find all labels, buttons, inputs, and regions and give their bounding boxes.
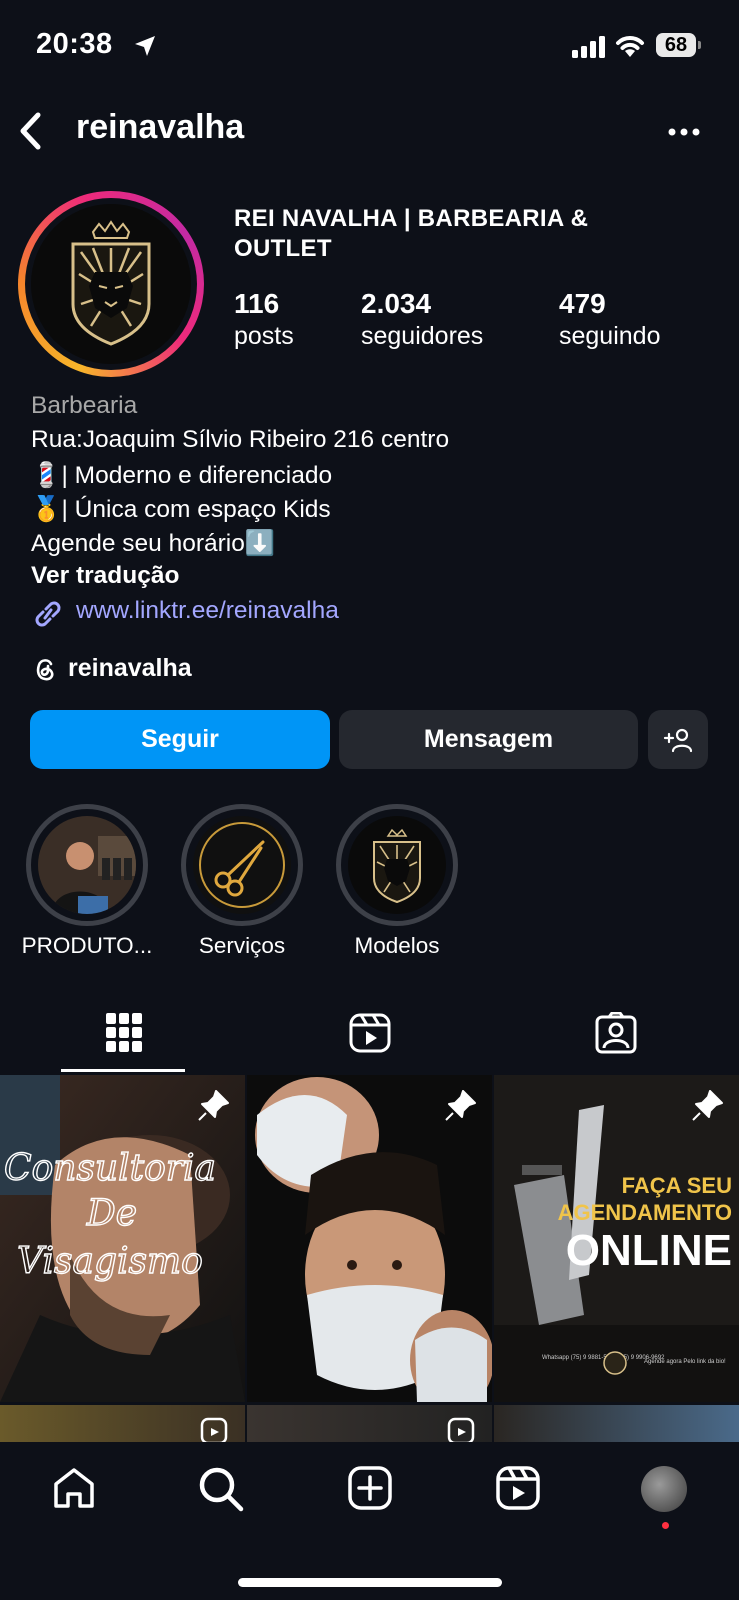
reels-nav-icon[interactable] — [496, 1466, 540, 1510]
message-button[interactable]: Mensagem — [339, 710, 638, 769]
display-name: REI NAVALHA | BARBEARIA & OUTLET — [234, 205, 589, 262]
post-thumbnail[interactable] — [494, 1405, 739, 1445]
profile-category: Barbearia — [31, 392, 138, 419]
cellular-signal-icon — [572, 36, 605, 58]
highlight-label: PRODUTO... — [21, 933, 153, 958]
status-time: 20:38 — [36, 28, 113, 60]
bio-line: 🥇| Única com espaço Kids — [31, 496, 331, 523]
pin-icon — [198, 1090, 229, 1121]
website-link[interactable]: www.linktr.ee/reinavalha — [76, 597, 339, 625]
following-count: 479 — [559, 288, 606, 319]
follow-button[interactable]: Seguir — [30, 710, 330, 769]
post-thumbnail[interactable] — [247, 1075, 492, 1402]
threads-handle[interactable]: reinavalha — [68, 654, 192, 683]
post-image-selfie — [247, 1075, 492, 1402]
threads-icon — [36, 659, 54, 681]
post-image-visagismo: Consultoria De Visagismo — [0, 1075, 245, 1402]
posts-stat[interactable]: 116 posts — [234, 288, 294, 351]
create-post-icon[interactable] — [348, 1466, 392, 1510]
post-thumbnail[interactable]: Consultoria De Visagismo — [0, 1075, 245, 1402]
profile-avatar[interactable] — [18, 191, 204, 377]
lion-shield-logo — [31, 204, 191, 364]
battery-indicator: 68 — [656, 33, 701, 57]
followers-count: 2.034 — [361, 288, 432, 319]
pin-icon — [692, 1090, 723, 1121]
reels-tab-icon[interactable] — [349, 1013, 391, 1053]
reel-icon — [447, 1417, 475, 1445]
see-translation-link[interactable]: Ver tradução — [31, 562, 179, 590]
suggest-users-button[interactable] — [648, 710, 708, 769]
more-options-icon[interactable] — [668, 128, 700, 136]
search-icon[interactable] — [198, 1466, 244, 1512]
profile-nav-avatar[interactable] — [641, 1466, 687, 1512]
lion-shield-logo — [348, 816, 446, 914]
following-label: seguindo — [559, 322, 661, 350]
bio-line: Agende seu horário⬇️ — [31, 530, 276, 557]
posts-label: posts — [234, 322, 294, 350]
post-overlay-text: De — [86, 1193, 137, 1234]
followers-label: seguidores — [361, 322, 484, 350]
post-overlay-text: FAÇA SEU — [622, 1173, 732, 1198]
post-overlay-text: Visagismo — [17, 1241, 203, 1282]
highlight-modelos[interactable] — [336, 804, 458, 926]
highlight-person-photo — [38, 816, 136, 914]
post-small-text: Agende agora Pelo link da bio! — [644, 1359, 726, 1365]
grid-tab-icon[interactable] — [106, 1013, 142, 1053]
location-arrow-icon — [135, 36, 155, 56]
post-thumbnail[interactable] — [0, 1405, 245, 1445]
highlight-produtos[interactable] — [26, 804, 148, 926]
wifi-icon — [616, 36, 644, 57]
post-image-agendamento: FAÇA SEU AGENDAMENTO ONLINE Whatsapp (75… — [494, 1075, 739, 1402]
post-thumbnail[interactable]: FAÇA SEU AGENDAMENTO ONLINE Whatsapp (75… — [494, 1075, 739, 1402]
add-person-icon — [663, 728, 693, 752]
followers-stat[interactable]: 2.034 seguidores — [361, 288, 483, 351]
scissors-icon — [193, 816, 291, 914]
post-overlay-text: ONLINE — [566, 1226, 732, 1275]
reel-icon — [200, 1417, 228, 1445]
bio-line: 💈| Moderno e diferenciado — [31, 462, 333, 489]
post-overlay-text: AGENDAMENTO — [558, 1200, 732, 1225]
highlight-label: Modelos — [354, 933, 440, 958]
post-thumbnail[interactable] — [247, 1405, 492, 1445]
tagged-tab-icon[interactable] — [595, 1012, 637, 1054]
home-indicator — [238, 1578, 502, 1587]
link-icon — [35, 601, 61, 627]
highlight-servicos[interactable] — [181, 804, 303, 926]
post-overlay-text: Consultoria — [4, 1148, 216, 1189]
back-chevron-icon[interactable] — [18, 111, 44, 151]
home-icon[interactable] — [52, 1466, 96, 1510]
profile-username: reinavalha — [76, 108, 245, 146]
following-stat[interactable]: 479 seguindo — [559, 288, 660, 351]
notification-dot — [662, 1522, 669, 1529]
pin-icon — [445, 1090, 476, 1121]
bio-line: Rua:Joaquim Sílvio Ribeiro 216 centro — [31, 426, 450, 453]
active-tab-indicator — [61, 1069, 185, 1072]
posts-count: 116 — [234, 288, 280, 319]
highlight-label: Serviços — [198, 933, 286, 958]
